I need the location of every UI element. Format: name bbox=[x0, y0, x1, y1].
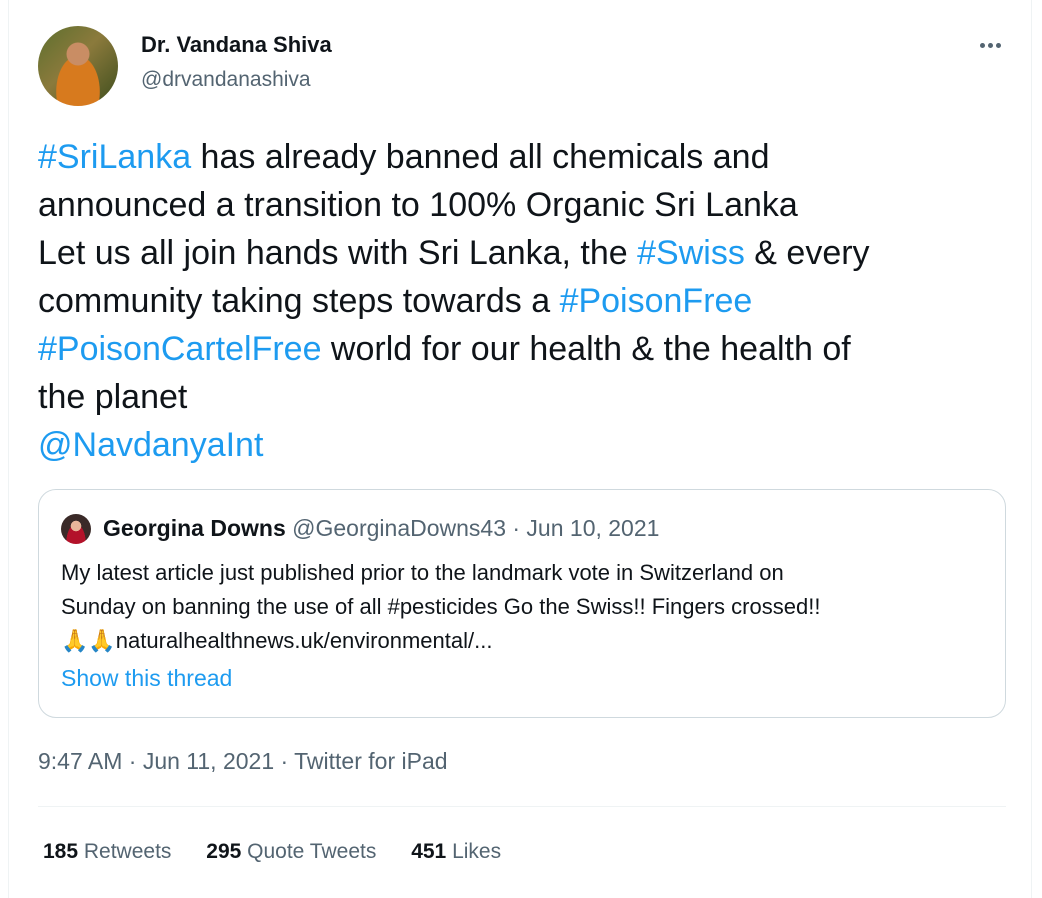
tweet-text-line: the planet bbox=[38, 373, 1013, 421]
hashtag-link[interactable]: #SriLanka bbox=[38, 138, 191, 176]
tweet-text-segment: & every bbox=[744, 234, 870, 272]
tweet-text-line: community taking steps towards a #Poison… bbox=[38, 277, 1013, 325]
tweet-text-segment: Let us all join hands with Sri Lanka, th… bbox=[38, 234, 638, 272]
author-avatar[interactable] bbox=[38, 26, 118, 106]
tweet-text-line: Let us all join hands with Sri Lanka, th… bbox=[38, 229, 1013, 277]
quoted-link[interactable]: naturalhealthnews.uk/environmental/... bbox=[116, 628, 493, 653]
quoted-author-name[interactable]: Georgina Downs bbox=[103, 515, 286, 541]
likes-label: Likes bbox=[446, 840, 502, 863]
quoted-text-line: My latest article just published prior t… bbox=[61, 560, 784, 585]
tweet-text-segment: world for our health & the health of bbox=[321, 330, 851, 368]
quoted-handle-date: @GeorginaDowns43 · Jun 10, 2021 bbox=[285, 515, 660, 541]
quotes-label: Quote Tweets bbox=[241, 840, 377, 863]
more-options-icon[interactable] bbox=[975, 30, 1005, 60]
tweet-text-line: @NavdanyaInt bbox=[38, 421, 1013, 469]
show-thread-link[interactable]: Show this thread bbox=[61, 665, 232, 692]
quoted-tweet[interactable]: Georgina Downs @GeorginaDowns43 · Jun 10… bbox=[38, 489, 1006, 718]
hashtag-link[interactable]: #Swiss bbox=[637, 234, 745, 272]
tweet-container: Dr. Vandana Shiva @drvandanashiva #SriLa… bbox=[8, 0, 1032, 898]
author-handle[interactable]: @drvandanashiva bbox=[141, 68, 311, 92]
tweet-stats: 185 Retweets 295 Quote Tweets 451 Likes bbox=[43, 840, 530, 864]
likes-stat[interactable]: 451 Likes bbox=[411, 840, 501, 863]
hashtag-link[interactable]: #PoisonCartelFree bbox=[38, 330, 321, 368]
tweet-text-line: #PoisonCartelFree world for our health &… bbox=[38, 325, 1013, 373]
tweet-text-line: #SriLanka has already banned all chemica… bbox=[38, 133, 1013, 181]
tweet-text-segment: announced a transition to 100% Organic S… bbox=[38, 186, 798, 224]
tweet-text-line: announced a transition to 100% Organic S… bbox=[38, 181, 1013, 229]
quote-tweets-stat[interactable]: 295 Quote Tweets bbox=[206, 840, 376, 863]
mention-link[interactable]: @NavdanyaInt bbox=[38, 426, 263, 464]
likes-count: 451 bbox=[411, 840, 447, 863]
quoted-text-line: Sunday on banning the use of all #pestic… bbox=[61, 594, 821, 619]
folded-hands-emoji: 🙏🙏 bbox=[61, 628, 116, 653]
retweets-label: Retweets bbox=[78, 840, 172, 863]
tweet-text-segment: community taking steps towards a bbox=[38, 282, 560, 320]
tweet-text: #SriLanka has already banned all chemica… bbox=[38, 133, 1013, 469]
author-name[interactable]: Dr. Vandana Shiva bbox=[141, 32, 332, 58]
tweet-text-segment: the planet bbox=[38, 378, 188, 416]
quoted-author-avatar[interactable] bbox=[61, 514, 91, 544]
tweet-timestamp[interactable]: 9:47 AM · Jun 11, 2021 · Twitter for iPa… bbox=[38, 748, 448, 775]
quoted-text: My latest article just published prior t… bbox=[61, 556, 991, 658]
retweets-stat[interactable]: 185 Retweets bbox=[43, 840, 171, 863]
quoted-header: Georgina Downs @GeorginaDowns43 · Jun 10… bbox=[103, 515, 659, 542]
hashtag-link[interactable]: #PoisonFree bbox=[560, 282, 753, 320]
quotes-count: 295 bbox=[206, 840, 242, 863]
retweets-count: 185 bbox=[43, 840, 79, 863]
tweet-text-segment: has already banned all chemicals and bbox=[191, 138, 770, 176]
divider bbox=[38, 806, 1006, 807]
